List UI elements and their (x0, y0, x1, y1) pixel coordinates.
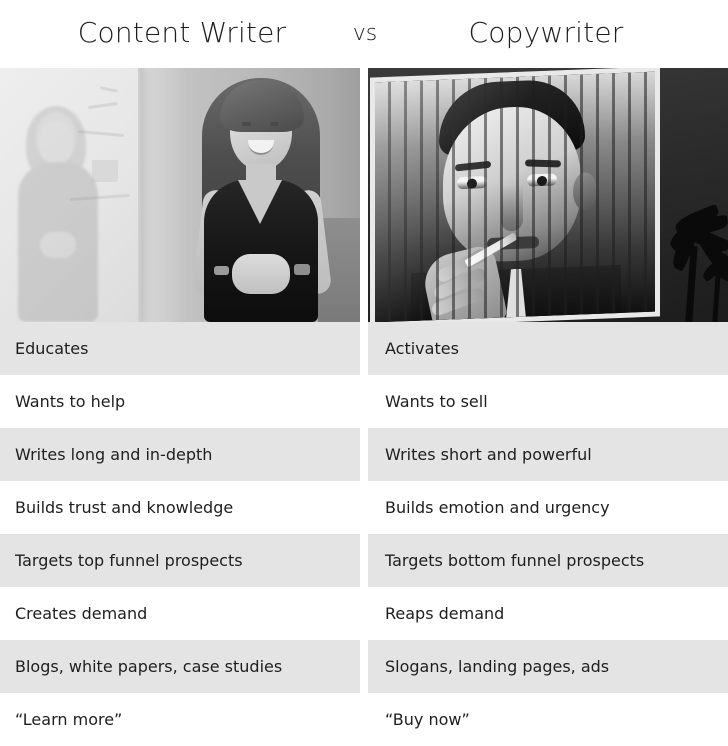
table-row: Educates Activates (0, 322, 728, 375)
content-writer-cell: Wants to help (0, 375, 360, 428)
content-writer-cell: Educates (0, 322, 360, 375)
content-writer-cell: Blogs, white papers, case studies (0, 640, 360, 693)
copywriter-cell: Reaps demand (368, 587, 728, 640)
whiteboard-reflection (2, 106, 114, 322)
palm-tree-secondary (698, 244, 728, 322)
woman-watch (294, 264, 310, 275)
table-row: Wants to help Wants to sell (0, 375, 728, 428)
woman-eye-right (270, 122, 279, 126)
reflection-face (38, 120, 74, 164)
comparison-infographic: Content Writer vs Copywriter Educates Ac… (0, 0, 728, 746)
header-title-left: Content Writer (77, 16, 287, 49)
table-row: Creates demand Reaps demand (0, 587, 728, 640)
woman-figure (176, 74, 344, 322)
reflection-hands (40, 232, 76, 258)
woman-clasped-hands (232, 254, 290, 294)
content-writer-cell: Builds trust and knowledge (0, 481, 360, 534)
content-writer-cell: Writes long and in-depth (0, 428, 360, 481)
content-writer-photo (0, 68, 360, 322)
copywriter-cell: Activates (368, 322, 728, 375)
content-writer-cell: Creates demand (0, 587, 360, 640)
billboard-glare (375, 71, 655, 322)
table-row: Builds trust and knowledge Builds emotion… (0, 481, 728, 534)
content-writer-cell: Targets top funnel prospects (0, 534, 360, 587)
table-row: “Learn more” “Buy now” (0, 693, 728, 746)
copywriter-photo (368, 68, 728, 322)
copywriter-cell: Writes short and powerful (368, 428, 728, 481)
woman-bracelet (214, 266, 229, 275)
woman-eye-left (242, 122, 251, 126)
copywriter-cell: Wants to sell (368, 375, 728, 428)
copywriter-cell: Slogans, landing pages, ads (368, 640, 728, 693)
table-row: Blogs, white papers, case studies Slogans… (0, 640, 728, 693)
content-writer-cell: “Learn more” (0, 693, 360, 746)
comparison-table: Educates Activates Wants to help Wants to s… (0, 322, 728, 746)
table-row: Writes long and in-depth Writes short and… (0, 428, 728, 481)
whiteboard-edge (138, 68, 142, 322)
header-title-right: Copywriter (468, 16, 624, 49)
palm-trunk (712, 273, 721, 322)
night-sky-scene (368, 68, 728, 322)
billboard-poster (370, 68, 660, 322)
photo-band (0, 68, 728, 322)
copywriter-cell: Builds emotion and urgency (368, 481, 728, 534)
table-row: Targets top funnel prospects Targets bott… (0, 534, 728, 587)
copywriter-cell: Targets bottom funnel prospects (368, 534, 728, 587)
office-scene (0, 68, 360, 322)
copywriter-cell: “Buy now” (368, 693, 728, 746)
header: Content Writer vs Copywriter (0, 0, 728, 68)
